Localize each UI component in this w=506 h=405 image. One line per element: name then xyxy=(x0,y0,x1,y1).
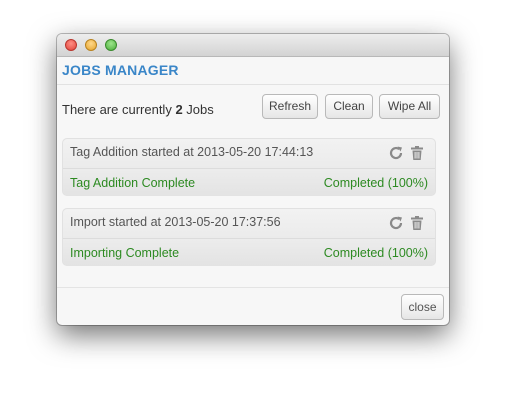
summary-prefix: There are currently xyxy=(62,102,176,117)
job-body: Importing Complete Completed (100%) xyxy=(63,239,435,266)
trash-icon[interactable] xyxy=(409,145,425,161)
jobs-summary: There are currently 2 Jobs xyxy=(62,102,214,117)
zoom-window-button[interactable] xyxy=(105,39,117,51)
job-status: Importing Complete xyxy=(70,246,180,260)
minimize-window-button[interactable] xyxy=(85,39,97,51)
close-button[interactable]: close xyxy=(401,294,444,320)
refresh-icon[interactable] xyxy=(388,215,404,231)
refresh-button[interactable]: Refresh xyxy=(262,94,318,119)
job-header: Tag Addition started at 2013-05-20 17:44… xyxy=(63,139,435,169)
wipe-all-button[interactable]: Wipe All xyxy=(379,94,440,119)
title-bar[interactable] xyxy=(57,34,449,57)
job-progress: Completed (100%) xyxy=(323,176,428,190)
jobs-manager-window: JOBS MANAGER There are currently 2 Jobs … xyxy=(57,34,449,325)
clean-button[interactable]: Clean xyxy=(325,94,373,119)
job-status: Tag Addition Complete xyxy=(70,176,196,190)
close-window-button[interactable] xyxy=(65,39,77,51)
job-title: Tag Addition started at 2013-05-20 17:44… xyxy=(70,145,314,159)
refresh-icon[interactable] xyxy=(388,145,404,161)
trash-icon[interactable] xyxy=(409,215,425,231)
job-body: Tag Addition Complete Completed (100%) xyxy=(63,169,435,196)
dialog-title: JOBS MANAGER xyxy=(62,62,179,78)
job-count: 2 xyxy=(175,102,183,117)
job-title: Import started at 2013-05-20 17:37:56 xyxy=(70,215,281,229)
job-progress: Completed (100%) xyxy=(323,246,428,260)
summary-suffix: Jobs xyxy=(182,102,214,117)
footer-divider xyxy=(57,287,449,288)
job-item: Import started at 2013-05-20 17:37:56 Im… xyxy=(62,208,436,266)
job-header: Import started at 2013-05-20 17:37:56 xyxy=(63,209,435,239)
dialog-header: JOBS MANAGER xyxy=(57,57,449,85)
job-item: Tag Addition started at 2013-05-20 17:44… xyxy=(62,138,436,196)
